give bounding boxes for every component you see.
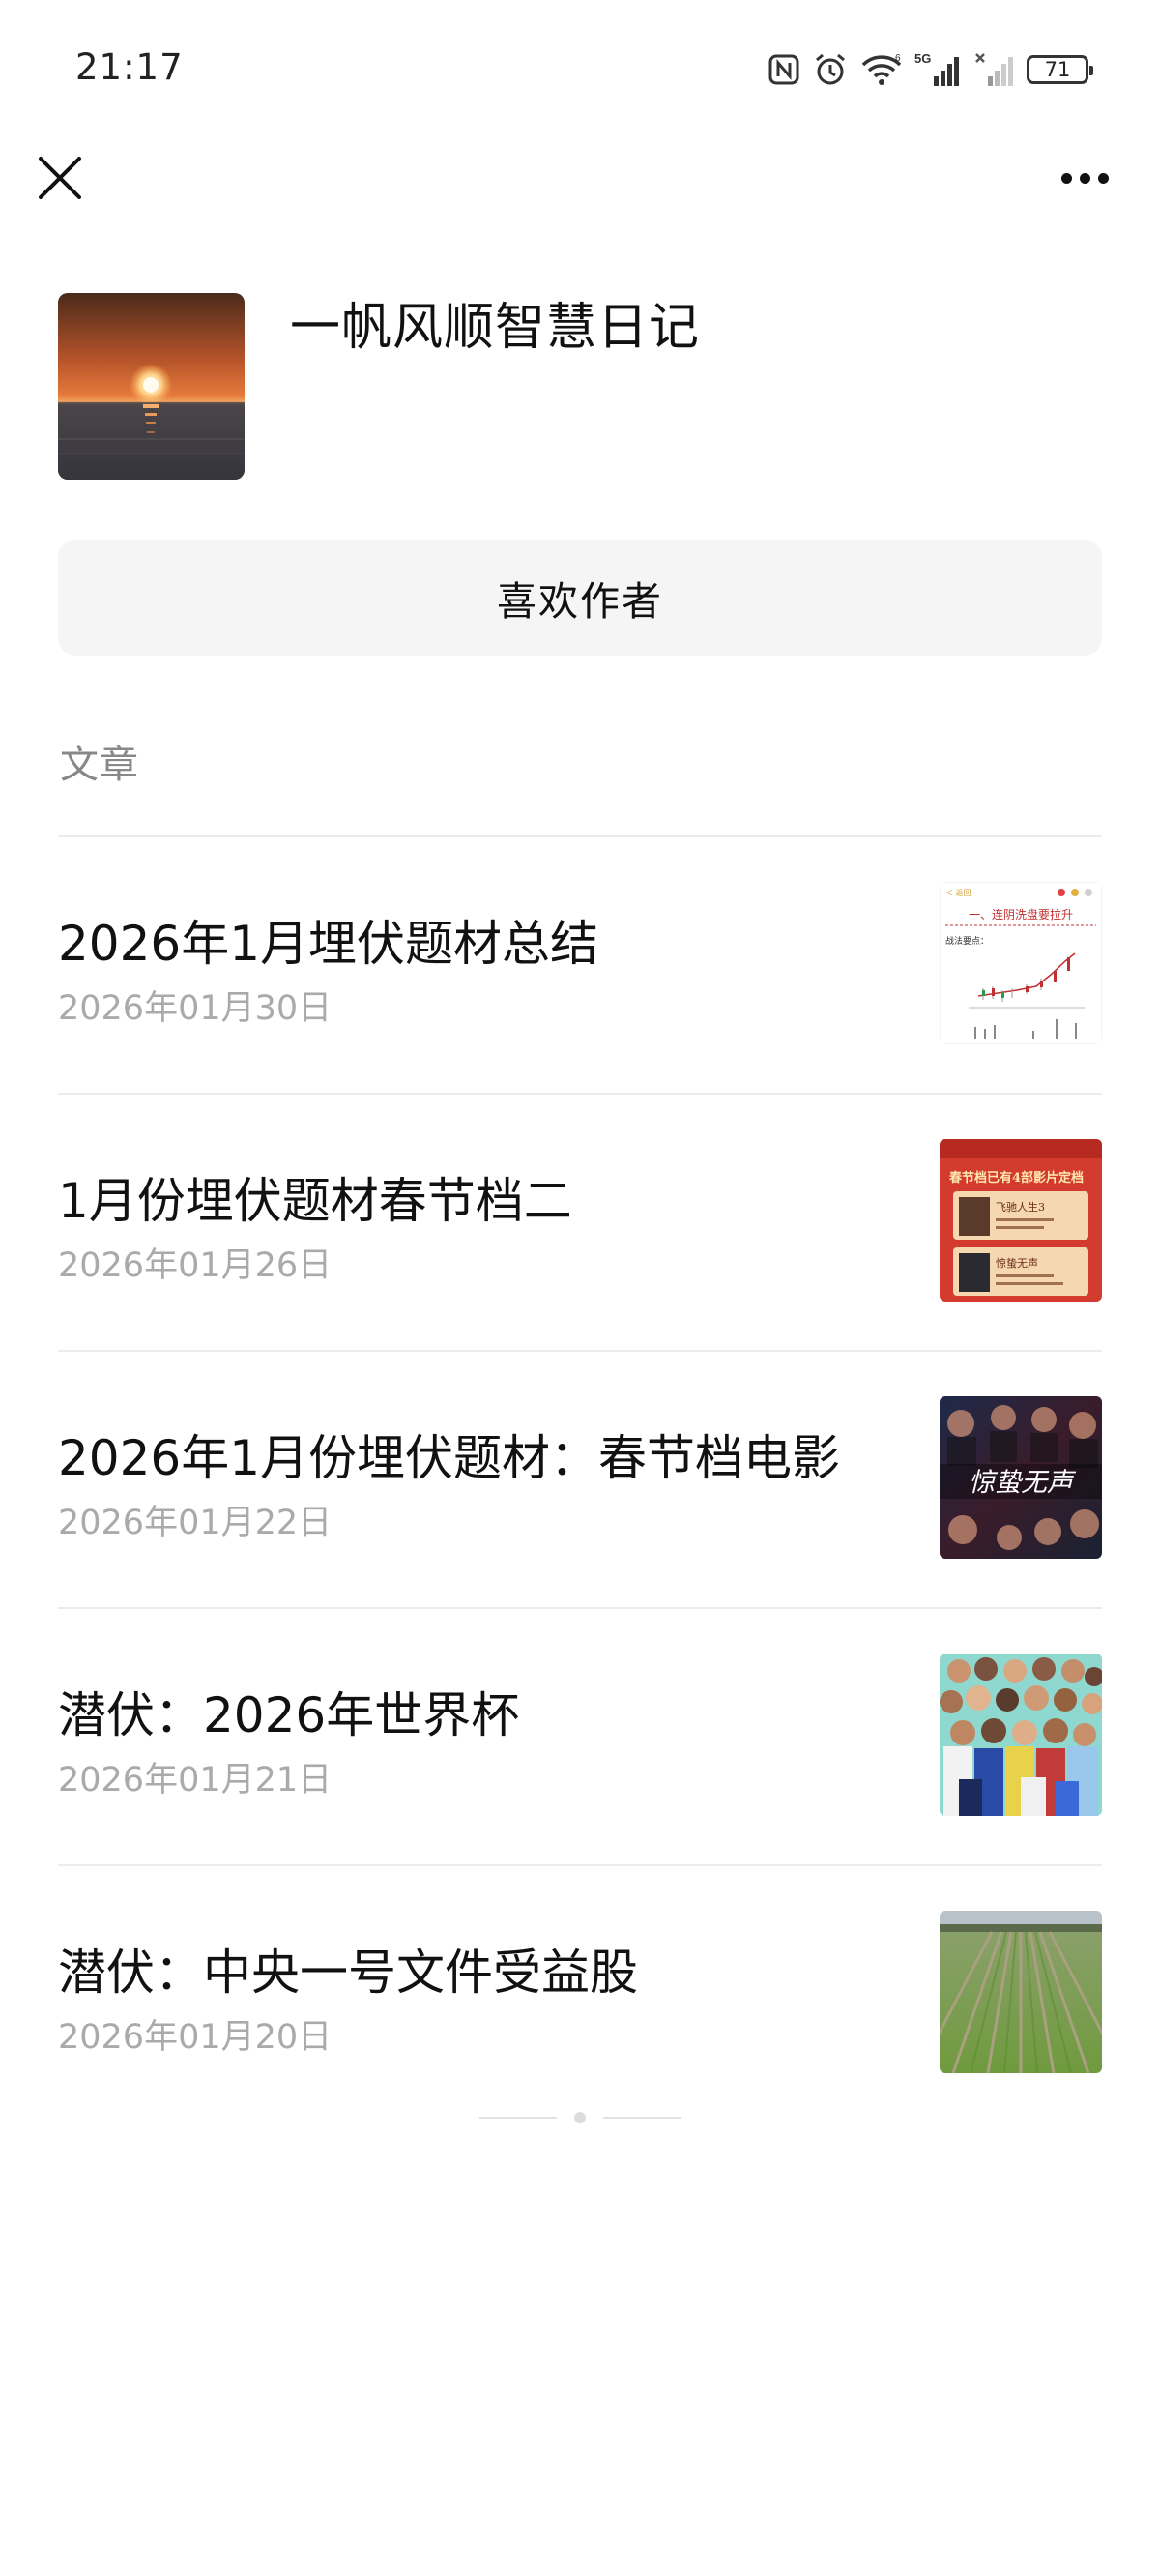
article-thumbnail: 春节档已有4部影片定档 飞驰人生3 惊蛰无声 <box>940 1139 1102 1302</box>
sunset-image <box>58 293 245 480</box>
article-item[interactable]: 2026年1月埋伏题材总结 2026年01月30日 ＜ 返回 一、连阴洗盘要拉升… <box>58 837 1102 1093</box>
signal-5g-icon: 5G <box>914 51 959 86</box>
wifi-icon: 6 <box>861 53 902 85</box>
battery-icon: 71 <box>1027 55 1093 84</box>
thumb1-header: 一、连阴洗盘要拉升 <box>969 907 1073 922</box>
article-date: 2026年01月21日 <box>58 1761 333 1800</box>
divider <box>603 2117 681 2119</box>
article-date: 2026年01月26日 <box>58 1246 333 1285</box>
more-button[interactable] <box>1046 155 1123 201</box>
thumb2-movie2: 惊蛰无声 <box>996 1256 1038 1270</box>
article-item[interactable]: 2026年1月份埋伏题材：春节档电影 2026年01月22日 惊蛰无声 <box>58 1352 1102 1607</box>
author-avatar[interactable] <box>58 293 245 480</box>
divider <box>479 2117 557 2119</box>
battery-level: 71 <box>1044 58 1071 81</box>
article-title: 2026年1月份埋伏题材：春节档电影 <box>58 1430 841 1486</box>
article-item[interactable]: 1月份埋伏题材春节档二 2026年01月26日 春节档已有4部影片定档 飞驰人生… <box>58 1095 1102 1350</box>
article-thumbnail: ＜ 返回 一、连阴洗盘要拉升 战法要点： <box>940 882 1102 1044</box>
list-end-indicator <box>479 2108 681 2127</box>
close-button[interactable] <box>29 147 91 209</box>
thumb3-title: 惊蛰无声 <box>969 1468 1077 1498</box>
more-icon-dot <box>1097 172 1109 184</box>
svg-text:5G: 5G <box>914 51 931 66</box>
thumb1-back: ＜ 返回 <box>945 889 972 897</box>
nfc-icon <box>768 54 799 85</box>
more-icon-dot <box>1079 172 1090 184</box>
svg-text:6: 6 <box>895 53 901 64</box>
close-icon <box>39 157 81 199</box>
author-name: 一帆风顺智慧日记 <box>290 299 701 357</box>
thumb2-movie1: 飞驰人生3 <box>996 1200 1045 1214</box>
article-title: 2026年1月埋伏题材总结 <box>58 916 599 972</box>
end-dot <box>574 2112 586 2123</box>
status-time: 21:17 <box>75 46 184 88</box>
articles-section-label: 文章 <box>60 743 139 787</box>
alarm-icon <box>816 53 845 85</box>
article-item[interactable]: 潜伏：2026年世界杯 2026年01月21日 <box>58 1609 1102 1864</box>
article-title: 潜伏：中央一号文件受益股 <box>58 1945 638 2001</box>
article-date: 2026年01月30日 <box>58 989 333 1028</box>
article-date: 2026年01月20日 <box>58 2018 333 2057</box>
article-title: 潜伏：2026年世界杯 <box>58 1687 520 1743</box>
article-item[interactable]: 潜伏：中央一号文件受益股 2026年01月20日 <box>58 1866 1102 2122</box>
article-thumbnail <box>940 1654 1102 1816</box>
article-date: 2026年01月22日 <box>58 1504 333 1542</box>
article-thumbnail <box>940 1911 1102 2073</box>
signal-icon <box>975 53 1013 86</box>
like-author-button[interactable]: 喜欢作者 <box>58 540 1102 656</box>
thumb1-sub: 战法要点： <box>945 935 989 947</box>
thumb2-top: 春节档已有4部影片定档 <box>948 1170 1084 1186</box>
article-thumbnail: 惊蛰无声 <box>940 1396 1102 1559</box>
more-icon-dot <box>1060 172 1072 184</box>
status-icons: 6 5G 71 <box>768 48 1093 91</box>
article-title: 1月份埋伏题材春节档二 <box>58 1173 572 1229</box>
